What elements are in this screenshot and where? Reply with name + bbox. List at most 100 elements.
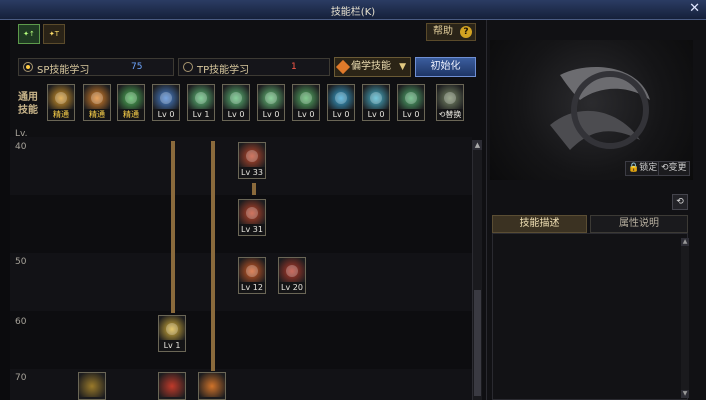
skill-icon <box>159 373 185 397</box>
skill-filter-dropdown[interactable]: 偏学技能 ▼ <box>334 57 411 77</box>
common-skill-10[interactable]: Lv 0 <box>397 84 425 121</box>
change-button[interactable]: ⟲变更 <box>658 161 690 176</box>
tree-skill-2[interactable]: Lv 12 <box>238 257 266 294</box>
tp-learn-option[interactable]: TP技能学习 1 <box>178 58 330 76</box>
skill-level: Lv 0 <box>363 109 389 120</box>
sp-value: 75 <box>131 62 143 72</box>
tp-label: TP技能学习 <box>197 65 250 76</box>
common-skill-7[interactable]: Lv 0 <box>292 84 320 121</box>
lock-button[interactable]: 🔒锁定 <box>625 161 661 176</box>
skill-level: 精通 <box>84 109 110 120</box>
skill-icon <box>188 85 214 109</box>
tab-skill-tp[interactable]: ✦T <box>43 24 65 44</box>
common-skill-8[interactable]: Lv 0 <box>327 84 355 121</box>
window-title: 技能栏(K) <box>330 7 376 18</box>
skill-icon <box>79 373 105 397</box>
tab-attribute-info[interactable]: 属性说明 <box>590 215 688 233</box>
tree-skill-3[interactable]: Lv 20 <box>278 257 306 294</box>
sp-label: SP技能学习 <box>37 65 90 76</box>
skill-icon <box>48 85 74 109</box>
skill-icon <box>328 85 354 109</box>
skill-icon <box>398 85 424 109</box>
skill-icon <box>239 143 265 167</box>
skill-level: Lv 31 <box>239 224 265 235</box>
class-emblem <box>490 40 693 180</box>
skill-icon <box>199 373 225 397</box>
description-box <box>492 233 688 400</box>
prerequisite-line <box>252 183 256 195</box>
skill-level: Lv 1 <box>188 109 214 120</box>
skill-level: Lv 0 <box>258 109 284 120</box>
skill-level: Lv 0 <box>153 109 179 120</box>
refresh-icon[interactable]: ⟲ <box>672 194 688 210</box>
skill-icon <box>223 85 249 109</box>
level-label-50: 50 <box>15 257 27 267</box>
prerequisite-line <box>211 141 215 371</box>
tree-skill-partial[interactable] <box>78 372 106 400</box>
skill-level: Lv 0 <box>328 109 354 120</box>
tree-skill-1[interactable]: Lv 31 <box>238 199 266 236</box>
scroll-up-icon[interactable]: ▲ <box>681 238 689 246</box>
skill-level: Lv 0 <box>293 109 319 120</box>
skill-level: Lv 33 <box>239 167 265 178</box>
sp-radio[interactable] <box>23 62 33 72</box>
skill-icon <box>118 85 144 109</box>
skill-icon <box>437 85 463 109</box>
tree-scrollbar[interactable]: ▲ <box>472 140 482 400</box>
skill-icon <box>279 258 305 282</box>
skill-icon <box>159 316 185 340</box>
sp-learn-option[interactable]: SP技能学习 75 <box>18 58 174 76</box>
common-skill-5[interactable]: Lv 0 <box>222 84 250 121</box>
scroll-down-icon[interactable]: ▼ <box>681 390 689 398</box>
close-icon[interactable]: ✕ <box>689 2 700 16</box>
diamond-icon <box>335 59 351 75</box>
tree-skill-4[interactable]: Lv 1 <box>158 315 186 352</box>
help-button[interactable]: 帮助 ? <box>426 23 476 41</box>
scroll-up-icon[interactable]: ▲ <box>473 140 482 150</box>
tab-skill-description[interactable]: 技能描述 <box>492 215 587 233</box>
level-header: Lv. <box>15 129 28 139</box>
skill-level: 精通 <box>48 109 74 120</box>
init-button[interactable]: 初始化 <box>415 57 476 77</box>
common-skills-label: 通用技能 <box>18 92 38 116</box>
dropdown-label: 偏学技能 <box>351 61 391 72</box>
skill-level: 精通 <box>118 109 144 120</box>
chevron-down-icon: ▼ <box>399 62 406 72</box>
prerequisite-line <box>171 141 175 313</box>
tab-skill-sp[interactable]: ✦↑ <box>18 24 40 44</box>
common-skill-11[interactable]: ⟲替换 <box>436 84 464 121</box>
tree-skill-partial[interactable] <box>198 372 226 400</box>
skill-level: Lv 1 <box>159 340 185 351</box>
level-label-40: 40 <box>15 142 27 152</box>
tree-skill-0[interactable]: Lv 33 <box>238 142 266 179</box>
tree-skill-partial[interactable] <box>158 372 186 400</box>
common-skill-9[interactable]: Lv 0 <box>362 84 390 121</box>
question-icon: ? <box>460 26 472 38</box>
level-label-60: 60 <box>15 317 27 327</box>
level-band-70 <box>10 311 472 369</box>
skill-icon <box>239 258 265 282</box>
skill-icon <box>84 85 110 109</box>
common-skill-4[interactable]: Lv 1 <box>187 84 215 121</box>
description-scrollbar[interactable]: ▲ ▼ <box>681 238 689 398</box>
title-bar: 技能栏(K) ✕ <box>0 0 706 20</box>
common-skill-2[interactable]: 精通 <box>117 84 145 121</box>
tp-radio[interactable] <box>183 62 193 72</box>
skill-level: Lv 0 <box>223 109 249 120</box>
common-skill-6[interactable]: Lv 0 <box>257 84 285 121</box>
skill-icon <box>239 200 265 224</box>
common-skill-1[interactable]: 精通 <box>83 84 111 121</box>
common-skill-0[interactable]: 精通 <box>47 84 75 121</box>
tp-value: 1 <box>291 62 297 72</box>
scroll-thumb[interactable] <box>474 290 481 396</box>
skill-level: Lv 0 <box>398 109 424 120</box>
skill-icon <box>363 85 389 109</box>
skill-level: ⟲替换 <box>437 109 463 120</box>
skill-level: Lv 12 <box>239 282 265 293</box>
common-skill-3[interactable]: Lv 0 <box>152 84 180 121</box>
skill-icon <box>153 85 179 109</box>
skill-icon <box>258 85 284 109</box>
level-label-70: 70 <box>15 373 27 383</box>
skill-icon <box>293 85 319 109</box>
help-label: 帮助 <box>433 26 453 37</box>
